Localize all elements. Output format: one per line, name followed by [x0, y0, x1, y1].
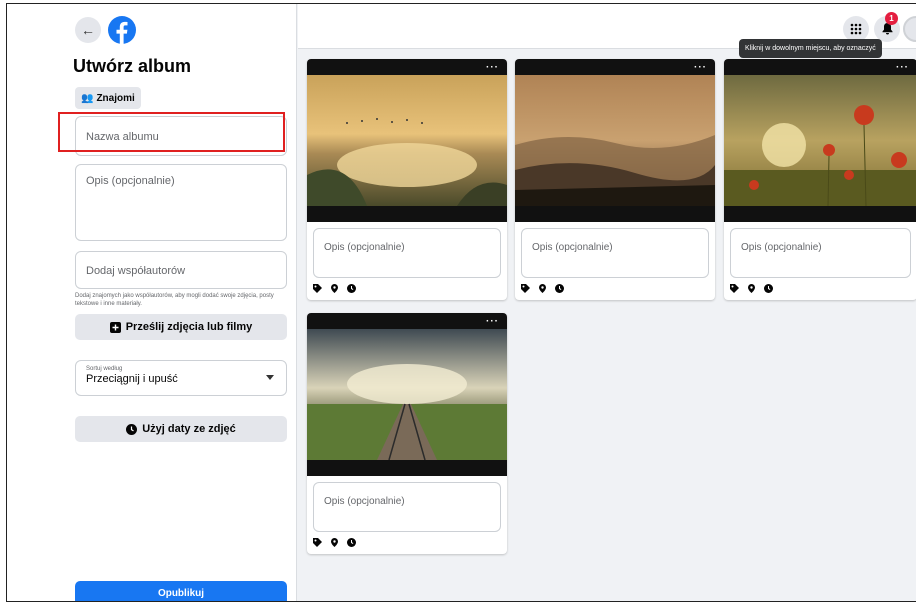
upload-media-button[interactable]: Prześlij zdjęcia lub filmy [75, 314, 287, 340]
photo-sunset-lake[interactable]: ··· [307, 59, 507, 222]
audience-selector[interactable]: 👥 Znajomi [75, 87, 141, 109]
tag-icon[interactable] [313, 538, 322, 547]
page-title: Utwórz album [73, 56, 192, 76]
location-pin-icon[interactable] [330, 538, 339, 547]
use-photo-dates-button[interactable]: Użyj daty ze zdjęć [75, 416, 287, 442]
photo-description-input[interactable]: Opis (opcjonalnie) [730, 228, 911, 278]
audience-label: Znajomi [96, 92, 135, 104]
tag-icon[interactable] [313, 284, 322, 293]
highlight-frame [58, 112, 285, 152]
coauthors-input[interactable]: Dodaj współautorów [75, 251, 287, 289]
clock-icon [126, 423, 138, 435]
clock-icon[interactable] [764, 284, 773, 293]
photo-description-input[interactable]: Opis (opcjonalnie) [521, 228, 709, 278]
photo-card: ··· Opis (opcjonalnie) [724, 59, 916, 300]
more-options-icon[interactable]: ··· [694, 62, 707, 73]
more-options-icon[interactable]: ··· [486, 62, 499, 73]
more-options-icon[interactable]: ··· [896, 62, 909, 73]
sort-select[interactable]: Sortuj według Przeciągnij i upuść [75, 360, 287, 396]
upload-media-label: Prześlij zdjęcia lub filmy [125, 321, 253, 333]
location-pin-icon[interactable] [747, 284, 756, 293]
facebook-logo-icon[interactable] [108, 16, 136, 44]
sort-value: Przeciągnij i upuść [86, 373, 178, 385]
use-photo-dates-label: Użyj daty ze zdjęć [142, 423, 236, 435]
app-frame: ← Utwórz album 👥 Znajomi Nazwa albumu Op… [6, 3, 916, 602]
photo-description-input[interactable]: Opis (opcjonalnie) [313, 482, 501, 532]
tag-icon[interactable] [521, 284, 530, 293]
friends-icon: 👥 [81, 92, 94, 104]
photo-card: ··· Opis (opcjonalnie) [515, 59, 715, 300]
photo-description-input[interactable]: Opis (opcjonalnie) [313, 228, 501, 278]
avatar[interactable] [903, 16, 916, 42]
publish-button[interactable]: Opublikuj [75, 581, 287, 601]
caret-down-icon [266, 375, 274, 380]
clock-icon[interactable] [347, 538, 356, 547]
photo-poppies[interactable]: ··· [724, 59, 916, 222]
more-options-icon[interactable]: ··· [486, 316, 499, 327]
photo-card: ··· Opis (opcjonalnie) [307, 59, 507, 300]
tag-tooltip: Kliknij w dowolnym miejscu, aby oznaczyć [739, 39, 882, 58]
album-description-input[interactable]: Opis (opcjonalnie) [75, 164, 287, 241]
photo-railway-track[interactable]: ··· [307, 313, 507, 476]
sort-label: Sortuj według [86, 366, 123, 372]
notification-badge: 1 [885, 12, 898, 25]
create-album-panel: ← Utwórz album 👥 Znajomi Nazwa albumu Op… [7, 4, 297, 601]
location-pin-icon[interactable] [538, 284, 547, 293]
tag-icon[interactable] [730, 284, 739, 293]
clock-icon[interactable] [555, 284, 564, 293]
location-pin-icon[interactable] [330, 284, 339, 293]
photo-card: ··· Opis (opcjonalnie) [307, 313, 507, 554]
photo-misty-hills[interactable]: ··· [515, 59, 715, 222]
coauthors-hint: Dodaj znajomych jako współautorów, aby m… [75, 293, 274, 307]
back-arrow-icon[interactable]: ← [75, 17, 101, 43]
clock-icon[interactable] [347, 284, 356, 293]
upload-photo-icon [109, 321, 121, 333]
